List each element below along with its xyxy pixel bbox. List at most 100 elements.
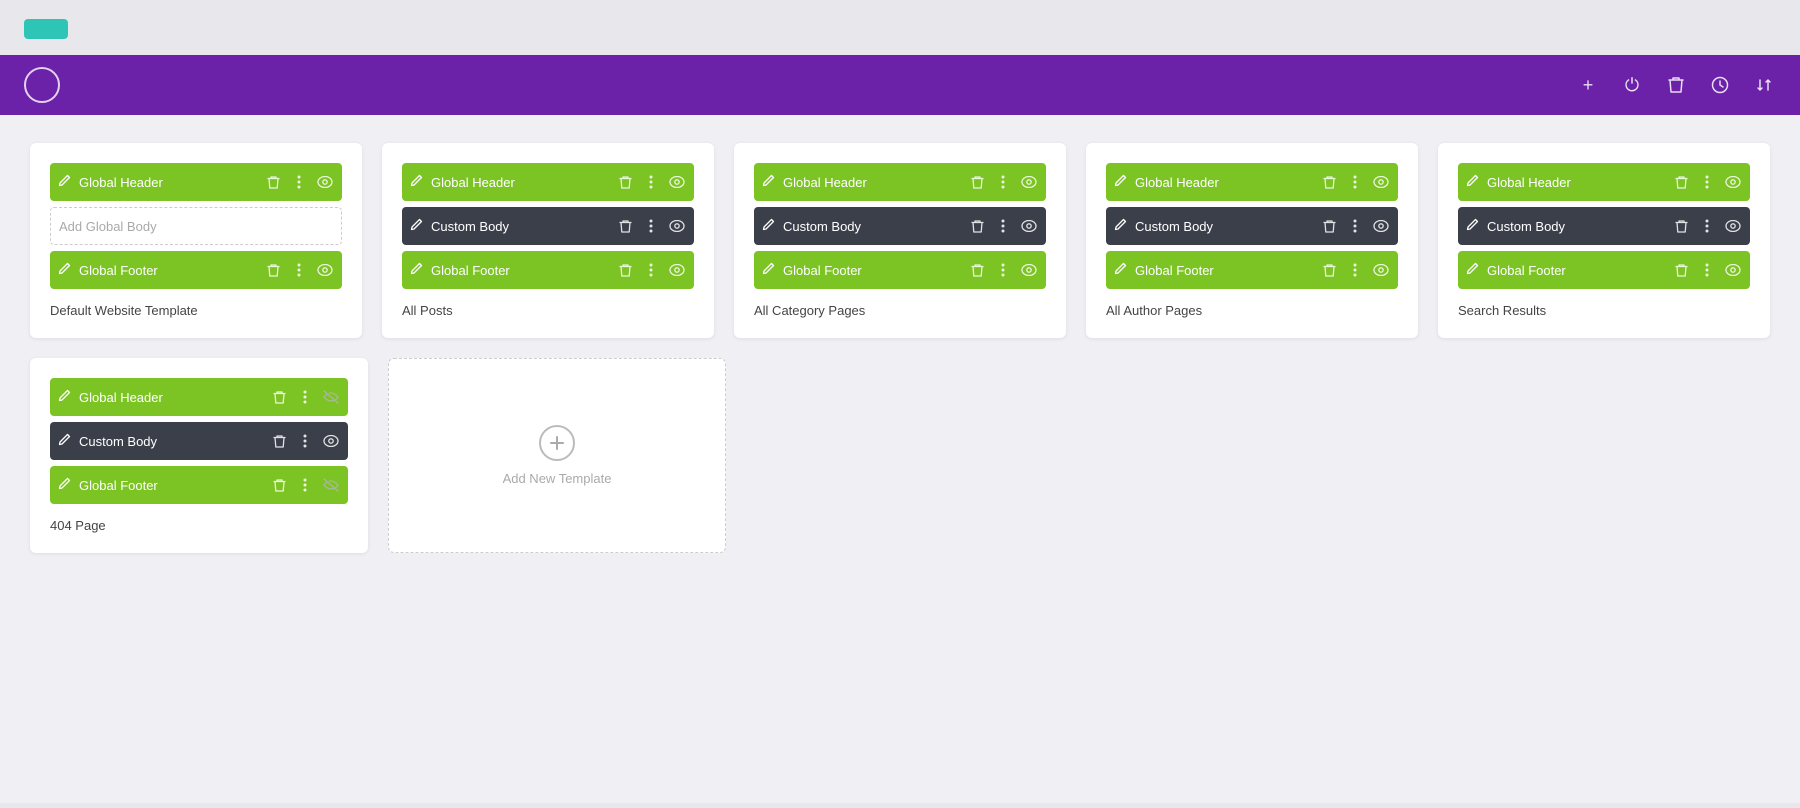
row-label: Global Header — [79, 390, 270, 405]
row-pencil-icon[interactable] — [1466, 174, 1479, 190]
row-trash-btn[interactable] — [616, 217, 634, 235]
template-card-label: Default Website Template — [50, 303, 342, 318]
row-pencil-icon[interactable] — [410, 174, 423, 190]
row-actions — [1672, 261, 1742, 279]
row-item-404-2: Global Footer — [50, 466, 348, 504]
row-dots-btn[interactable] — [994, 261, 1012, 279]
add-new-template-button[interactable]: Add New Template — [388, 358, 726, 553]
row-eye-btn[interactable] — [1372, 173, 1390, 191]
row-trash-btn[interactable] — [264, 261, 282, 279]
row-trash-btn[interactable] — [270, 432, 288, 450]
row-eye-btn[interactable] — [322, 388, 340, 406]
row-pencil-icon[interactable] — [762, 174, 775, 190]
row-trash-btn[interactable] — [270, 476, 288, 494]
row-item-all-author-2: Global Footer — [1106, 251, 1398, 289]
row-actions — [270, 476, 340, 494]
row-dots-btn[interactable] — [296, 388, 314, 406]
row-pencil-icon[interactable] — [410, 262, 423, 278]
row-dots-btn[interactable] — [994, 217, 1012, 235]
row-item-all-category-1: Custom Body — [754, 207, 1046, 245]
row-trash-btn[interactable] — [1320, 173, 1338, 191]
row-trash-btn[interactable] — [616, 261, 634, 279]
delete-all-icon[interactable] — [1664, 73, 1688, 97]
row-eye-btn[interactable] — [1724, 173, 1742, 191]
row-eye-btn[interactable] — [1724, 261, 1742, 279]
template-card-search-results: Global Header Custom Body — [1438, 143, 1770, 338]
row-dots-btn[interactable] — [1698, 261, 1716, 279]
template-card-default: Global Header Add Global Body — [30, 143, 362, 338]
row-pencil-icon[interactable] — [410, 218, 423, 234]
template-card-404: Global Header Custom Body — [30, 358, 368, 553]
row-label: Global Header — [783, 175, 968, 190]
row-dots-btn[interactable] — [290, 173, 308, 191]
row-pencil-icon[interactable] — [1114, 218, 1127, 234]
row-eye-btn[interactable] — [1724, 217, 1742, 235]
row-eye-btn[interactable] — [668, 217, 686, 235]
row-trash-btn[interactable] — [270, 388, 288, 406]
row-dots-btn[interactable] — [994, 173, 1012, 191]
row-pencil-icon[interactable] — [1114, 174, 1127, 190]
row-eye-btn[interactable] — [1020, 173, 1038, 191]
row-pencil-icon[interactable] — [762, 218, 775, 234]
add-template-label: Add New Template — [503, 471, 612, 486]
row-actions — [1320, 173, 1390, 191]
row-trash-btn[interactable] — [264, 173, 282, 191]
row-eye-btn[interactable] — [1020, 217, 1038, 235]
row-dots-btn[interactable] — [1346, 173, 1364, 191]
row-eye-btn[interactable] — [668, 173, 686, 191]
row-trash-btn[interactable] — [1672, 173, 1690, 191]
row-eye-btn[interactable] — [1372, 261, 1390, 279]
row-actions — [968, 217, 1038, 235]
history-icon[interactable] — [1708, 73, 1732, 97]
row-eye-btn[interactable] — [316, 173, 334, 191]
row-eye-btn[interactable] — [322, 476, 340, 494]
row-item-404-1: Custom Body — [50, 422, 348, 460]
row-trash-btn[interactable] — [1320, 261, 1338, 279]
row-dots-btn[interactable] — [1346, 217, 1364, 235]
row-label: Custom Body — [783, 219, 968, 234]
row-trash-btn[interactable] — [968, 261, 986, 279]
row-trash-btn[interactable] — [968, 173, 986, 191]
row-dots-btn[interactable] — [642, 173, 660, 191]
row-pencil-icon[interactable] — [58, 477, 71, 493]
add-template-circle-icon — [539, 425, 575, 461]
save-button[interactable] — [24, 19, 68, 39]
row-dots-btn[interactable] — [1698, 173, 1716, 191]
row-pencil-icon[interactable] — [58, 262, 71, 278]
row-pencil-icon[interactable] — [1114, 262, 1127, 278]
row-dots-btn[interactable] — [642, 217, 660, 235]
sort-icon[interactable] — [1752, 73, 1776, 97]
add-template-icon[interactable]: + — [1576, 73, 1600, 97]
row-dots-btn[interactable] — [296, 432, 314, 450]
row-trash-btn[interactable] — [968, 217, 986, 235]
row-dots-btn[interactable] — [296, 476, 314, 494]
row-eye-btn[interactable] — [1372, 217, 1390, 235]
row-dots-btn[interactable] — [290, 261, 308, 279]
row-eye-btn[interactable] — [1020, 261, 1038, 279]
row-label: Global Header — [1487, 175, 1672, 190]
row-trash-btn[interactable] — [1672, 261, 1690, 279]
template-grid-row1: Global Header Add Global Body — [30, 143, 1770, 338]
template-card-all-posts: Global Header Custom Body — [382, 143, 714, 338]
row-trash-btn[interactable] — [1672, 217, 1690, 235]
row-item-all-author-1: Custom Body — [1106, 207, 1398, 245]
row-pencil-icon[interactable] — [58, 389, 71, 405]
row-dots-btn[interactable] — [642, 261, 660, 279]
row-item-search-results-2: Global Footer — [1458, 251, 1750, 289]
row-eye-btn[interactable] — [315, 217, 333, 235]
row-pencil-icon[interactable] — [58, 433, 71, 449]
row-dots-btn[interactable] — [1346, 261, 1364, 279]
row-eye-btn[interactable] — [322, 432, 340, 450]
row-trash-btn[interactable] — [1320, 217, 1338, 235]
row-dots-btn[interactable] — [1698, 217, 1716, 235]
row-pencil-icon[interactable] — [1466, 218, 1479, 234]
row-eye-btn[interactable] — [668, 261, 686, 279]
row-item-all-posts-2: Global Footer — [402, 251, 694, 289]
row-item-default-0: Global Header — [50, 163, 342, 201]
row-pencil-icon[interactable] — [1466, 262, 1479, 278]
row-trash-btn[interactable] — [616, 173, 634, 191]
row-pencil-icon[interactable] — [762, 262, 775, 278]
row-eye-btn[interactable] — [316, 261, 334, 279]
power-icon[interactable]: ⏻ — [1620, 73, 1644, 97]
row-pencil-icon[interactable] — [58, 174, 71, 190]
